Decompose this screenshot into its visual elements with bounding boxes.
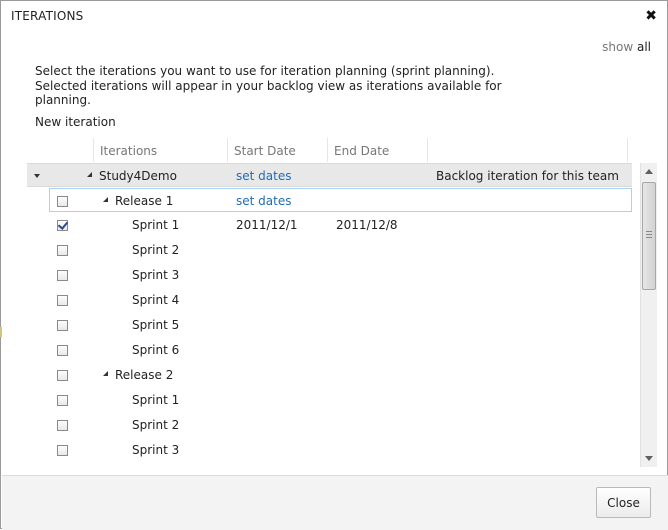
backlog-iteration-note: Backlog iteration for this team bbox=[436, 169, 619, 183]
iteration-name: Sprint 2 bbox=[132, 243, 180, 257]
iteration-name: Sprint 3 bbox=[132, 268, 180, 282]
iteration-name: Sprint 3 bbox=[132, 443, 180, 457]
iterations-grid: Iterations Start Date End Date Study4Dem… bbox=[27, 138, 657, 468]
table-row[interactable]: Sprint 6 bbox=[27, 338, 632, 362]
checkbox-icon[interactable] bbox=[57, 370, 68, 381]
table-row-root[interactable]: Study4Demo set dates Backlog iteration for… bbox=[27, 163, 632, 187]
iteration-name: Release 2 bbox=[115, 368, 174, 382]
table-row[interactable]: Sprint 2 bbox=[27, 238, 632, 262]
show-label: show bbox=[602, 40, 634, 54]
page-edge-marker bbox=[0, 327, 2, 337]
checkbox-icon[interactable] bbox=[57, 445, 68, 456]
new-iteration-link[interactable]: New iteration bbox=[35, 115, 116, 129]
grid-header: Iterations Start Date End Date bbox=[27, 138, 632, 162]
start-date: 2011/12/1 bbox=[236, 218, 298, 232]
dialog-title: ITERATIONS bbox=[11, 9, 84, 23]
checkbox-icon[interactable] bbox=[57, 220, 68, 231]
iteration-name: Sprint 1 bbox=[132, 393, 180, 407]
show-all-toggle: show all bbox=[602, 40, 651, 54]
iteration-name: Sprint 1 bbox=[132, 218, 180, 232]
table-row[interactable]: Sprint 3 bbox=[27, 263, 632, 287]
checkbox-icon[interactable] bbox=[57, 320, 68, 331]
iteration-name: Sprint 4 bbox=[132, 293, 180, 307]
table-row[interactable]: Release 2 bbox=[27, 363, 632, 387]
checkbox-icon[interactable] bbox=[57, 420, 68, 431]
close-button[interactable]: Close bbox=[596, 487, 651, 518]
collapse-all-icon[interactable] bbox=[34, 174, 40, 178]
table-row[interactable]: Release 1 set dates bbox=[49, 188, 632, 212]
set-dates-link[interactable]: set dates bbox=[236, 194, 291, 208]
expanded-triangle-icon[interactable] bbox=[103, 197, 108, 202]
checkbox-icon[interactable] bbox=[57, 295, 68, 306]
iteration-name: Sprint 2 bbox=[132, 418, 180, 432]
scroll-down-arrow[interactable] bbox=[645, 456, 653, 461]
table-row[interactable]: Sprint 1 2011/12/1 2011/12/8 bbox=[27, 213, 632, 237]
table-row[interactable]: Sprint 4 bbox=[27, 288, 632, 312]
show-all-link[interactable]: all bbox=[637, 40, 651, 54]
iteration-name: Sprint 5 bbox=[132, 318, 180, 332]
checkbox-icon[interactable] bbox=[57, 245, 68, 256]
iteration-name: Study4Demo bbox=[99, 169, 177, 183]
iteration-name: Release 1 bbox=[115, 194, 174, 208]
column-header-note bbox=[427, 138, 628, 162]
dialog-footer: Close bbox=[2, 475, 668, 530]
iteration-name: Sprint 6 bbox=[132, 343, 180, 357]
expanded-triangle-icon[interactable] bbox=[87, 172, 92, 177]
expanded-triangle-icon[interactable] bbox=[103, 371, 108, 376]
checkbox-icon[interactable] bbox=[57, 395, 68, 406]
checkbox-icon[interactable] bbox=[57, 345, 68, 356]
checkbox-icon[interactable] bbox=[57, 270, 68, 281]
vertical-scrollbar[interactable] bbox=[640, 163, 657, 467]
set-dates-link[interactable]: set dates bbox=[236, 169, 291, 183]
close-icon[interactable]: ✖ bbox=[645, 8, 657, 24]
iterations-dialog: ITERATIONS ✖ show all Select the iterati… bbox=[0, 0, 668, 530]
dialog-description: Select the iterations you want to use fo… bbox=[35, 64, 502, 107]
column-header-end-date[interactable]: End Date bbox=[327, 138, 428, 162]
column-header-iterations[interactable]: Iterations bbox=[93, 138, 228, 162]
checkbox-icon[interactable] bbox=[57, 196, 68, 207]
end-date: 2011/12/8 bbox=[336, 218, 398, 232]
column-header-start-date[interactable]: Start Date bbox=[227, 138, 328, 162]
scroll-thumb[interactable] bbox=[642, 182, 656, 290]
table-row[interactable]: Sprint 1 bbox=[27, 388, 632, 412]
scroll-up-arrow[interactable] bbox=[645, 169, 653, 174]
table-row[interactable]: Sprint 5 bbox=[27, 313, 632, 337]
table-row[interactable]: Sprint 2 bbox=[27, 413, 632, 437]
table-row[interactable]: Sprint 3 bbox=[27, 438, 632, 462]
